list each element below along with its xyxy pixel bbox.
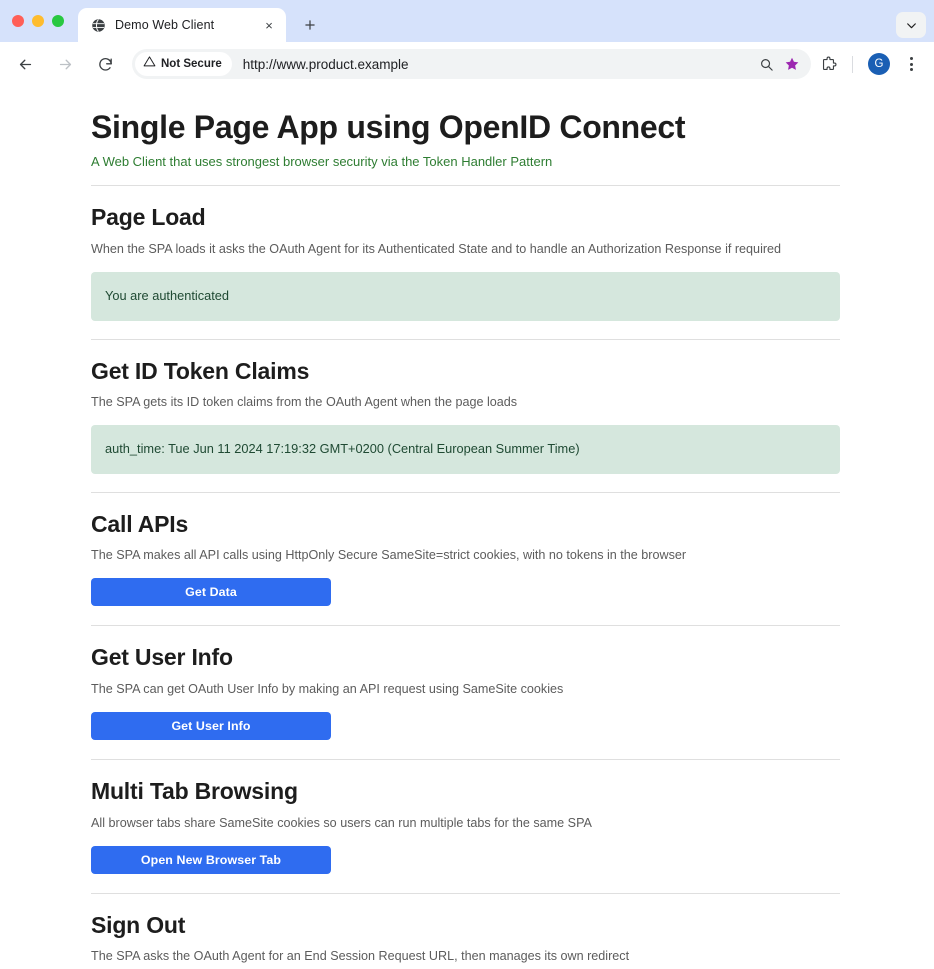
section-title: Get User Info [91,644,233,671]
star-icon[interactable] [779,51,805,77]
close-window-button[interactable] [12,15,24,27]
page-viewport: Single Page App using OpenID Connect A W… [0,86,934,969]
tab-search-button[interactable] [896,12,926,38]
section-sign-out: Sign Out The SPA asks the OAuth Agent fo… [91,894,840,969]
section-title: Call APIs [91,510,189,537]
window-controls [12,0,78,42]
security-status-label: Not Secure [161,58,222,70]
section-page-load: Page Load When the SPA loads it asks the… [91,186,840,321]
extensions-icon[interactable] [813,49,843,79]
authenticated-status-callout: You are authenticated [91,271,840,321]
get-data-button[interactable]: Get Data [91,578,331,607]
section-call-apis: Call APIs The SPA makes all API calls us… [91,493,840,607]
warning-triangle-icon [143,55,156,73]
browser-toolbar: Not Secure http://www.product.example G [0,42,934,86]
security-status-chip[interactable]: Not Secure [135,52,232,76]
page-title: Single Page App using OpenID Connect [91,109,686,145]
close-tab-icon[interactable]: × [260,16,278,34]
tab-title: Demo Web Client [115,18,215,32]
tab-strip: Demo Web Client × [0,0,934,42]
kebab-menu-icon[interactable] [898,51,924,77]
search-icon[interactable] [753,51,779,77]
section-multi-tab-browsing: Multi Tab Browsing All browser tabs shar… [91,760,840,874]
maximize-window-button[interactable] [52,15,64,27]
id-token-claims-callout: auth_time: Tue Jun 11 2024 17:19:32 GMT+… [91,425,840,474]
new-tab-button[interactable] [296,11,324,39]
section-title: Sign Out [91,911,186,938]
section-description: All browser tabs share SameSite cookies … [91,815,592,830]
forward-button[interactable] [50,49,80,79]
globe-icon [90,17,106,33]
minimize-window-button[interactable] [32,15,44,27]
toolbar-divider [852,55,853,73]
open-new-browser-tab-button[interactable]: Open New Browser Tab [91,845,331,874]
avatar[interactable]: G [868,53,890,75]
section-get-user-info: Get User Info The SPA can get OAuth User… [91,626,840,740]
page-subtitle: A Web Client that uses strongest browser… [91,154,553,170]
section-description: The SPA asks the OAuth Agent for an End … [91,949,630,964]
section-title: Get ID Token Claims [91,357,310,384]
reload-button[interactable] [90,49,120,79]
section-description: When the SPA loads it asks the OAuth Age… [91,241,782,256]
section-title: Page Load [91,204,206,231]
section-description: The SPA makes all API calls using HttpOn… [91,548,687,563]
address-bar[interactable]: Not Secure http://www.product.example [132,49,811,79]
section-title: Multi Tab Browsing [91,777,298,804]
section-description: The SPA gets its ID token claims from th… [91,395,518,410]
back-button[interactable] [10,49,40,79]
browser-window: Demo Web Client × Not Secure http://www.… [0,0,934,969]
browser-tab[interactable]: Demo Web Client × [78,8,286,42]
get-user-info-button[interactable]: Get User Info [91,711,331,740]
url-text: http://www.product.example [242,56,409,72]
page-content: Single Page App using OpenID Connect A W… [0,86,934,969]
section-description: The SPA can get OAuth User Info by makin… [91,681,564,696]
section-id-token-claims: Get ID Token Claims The SPA gets its ID … [91,340,840,474]
